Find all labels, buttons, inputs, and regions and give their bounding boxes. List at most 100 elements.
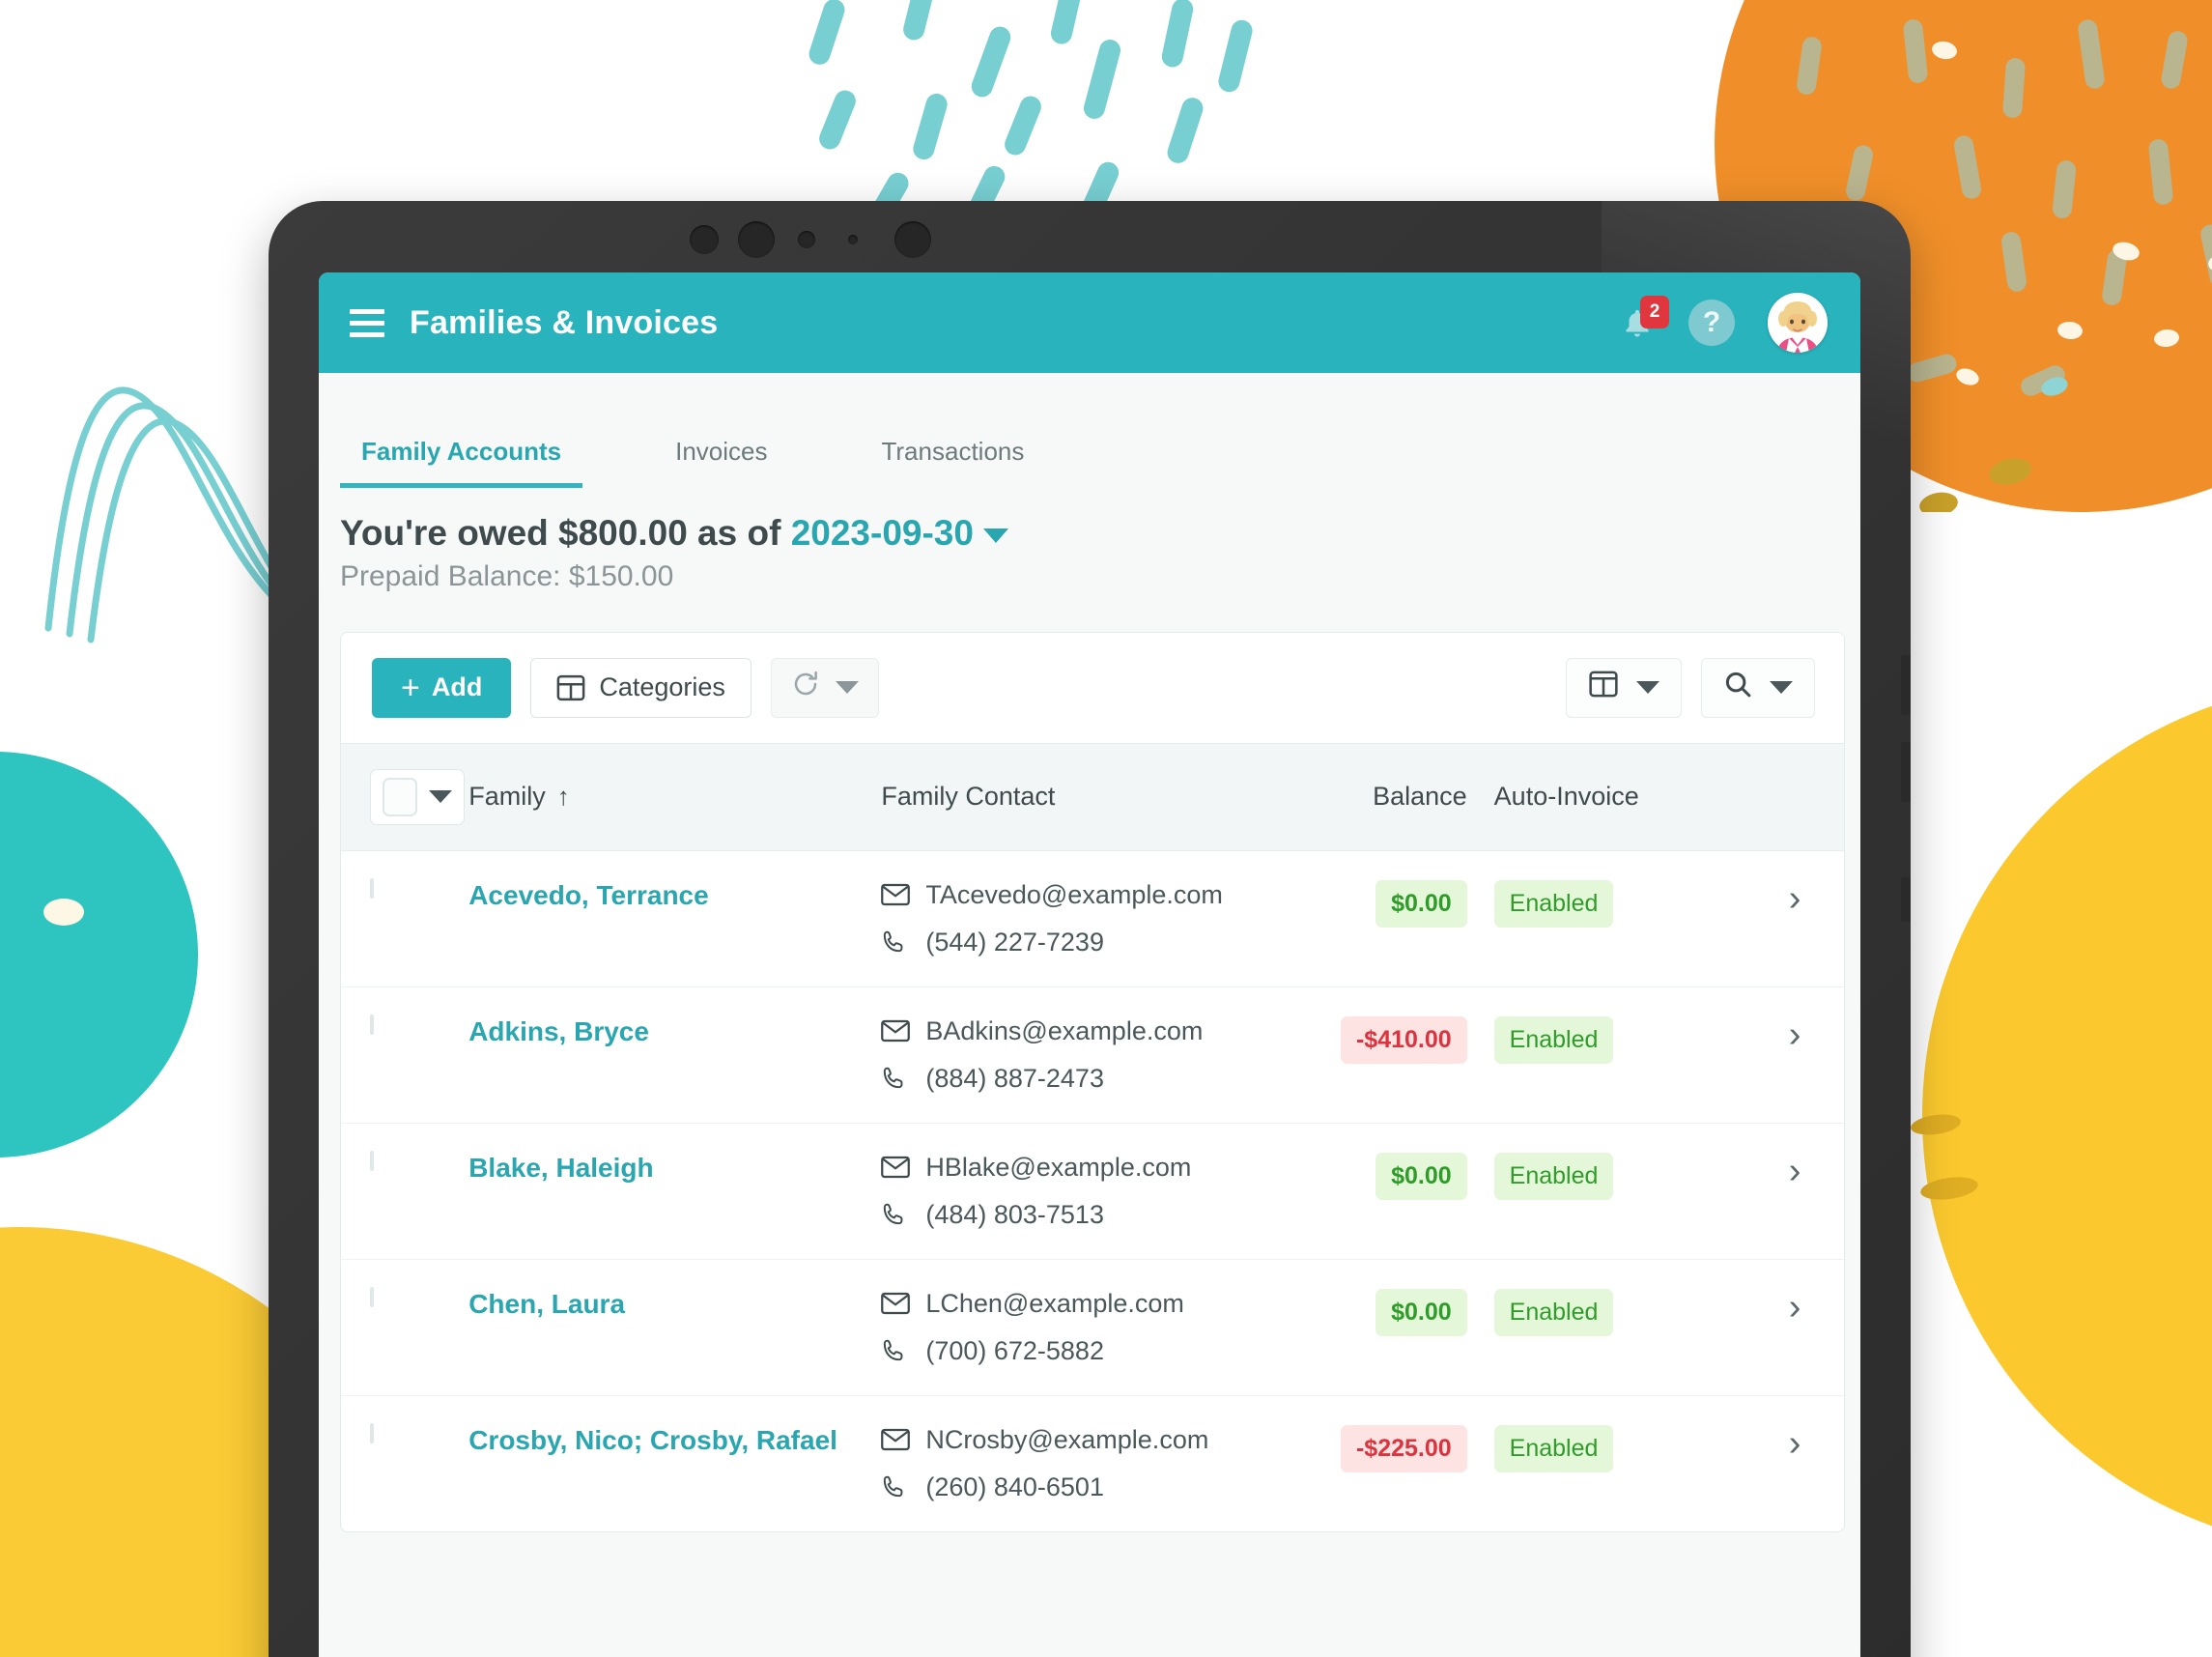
balance-badge: -$225.00 (1340, 1424, 1467, 1472)
family-link[interactable]: Crosby, Nico; Crosby, Rafael (468, 1425, 837, 1455)
row-checkbox[interactable] (370, 1150, 374, 1171)
row-contact-cell: LChen@example.com (700) 672-5882 (881, 1259, 1314, 1396)
row-checkbox[interactable] (370, 1014, 374, 1035)
row-balance-cell: $0.00 (1313, 1123, 1481, 1260)
camera-dot (690, 225, 719, 254)
refresh-icon (791, 670, 820, 705)
phone-line: (544) 227-7239 (881, 928, 1313, 957)
chevron-down-icon[interactable] (982, 528, 1008, 543)
row-select-cell (341, 1123, 469, 1260)
row-detail-cell: › (1745, 986, 1844, 1124)
table-row[interactable]: Chen, Laura LChen@example.com (700) 672-… (341, 1259, 1844, 1396)
row-auto-invoice-cell: Enabled (1480, 986, 1746, 1124)
app-header: Families & Invoices 2 ? (319, 272, 1860, 373)
chevron-right-icon[interactable]: › (1789, 1423, 1801, 1464)
family-link[interactable]: Chen, Laura (468, 1289, 625, 1319)
select-all-header (341, 742, 469, 851)
email-text: NCrosby@example.com (925, 1424, 1209, 1454)
chevron-right-icon[interactable]: › (1789, 1151, 1801, 1191)
family-link[interactable]: Adkins, Bryce (468, 1016, 649, 1046)
phone-icon (881, 1202, 914, 1227)
sensor-dot (848, 235, 858, 244)
sensor-dot (798, 231, 815, 248)
categories-button[interactable]: Categories (530, 657, 752, 718)
grid-icon (556, 674, 585, 701)
column-header-family-contact[interactable]: Family Contact (881, 742, 1314, 851)
chevron-right-icon[interactable]: › (1789, 1014, 1801, 1055)
add-button[interactable]: + Add (372, 657, 512, 718)
table-row[interactable]: Adkins, Bryce BAdkins@example.com (884) … (341, 986, 1844, 1124)
table-row[interactable]: Blake, Haleigh HBlake@example.com (484) … (341, 1123, 1844, 1260)
row-auto-invoice-cell: Enabled (1480, 850, 1746, 987)
chevron-right-icon[interactable]: › (1789, 1287, 1801, 1328)
tab-bar: Family Accounts Invoices Transactions (319, 373, 1860, 488)
phone-icon (881, 1474, 914, 1500)
family-link[interactable]: Blake, Haleigh (468, 1153, 653, 1183)
row-family-cell: Crosby, Nico; Crosby, Rafael (468, 1395, 882, 1531)
refresh-button[interactable] (770, 657, 879, 718)
families-table: Family ↑ Family Contact Balance Auto-Invo… (341, 742, 1844, 1531)
row-detail-cell: › (1745, 1395, 1844, 1531)
row-checkbox[interactable] (370, 877, 374, 899)
row-contact-cell: NCrosby@example.com (260) 840-6501 (881, 1395, 1314, 1531)
camera-dot (894, 221, 931, 258)
page-title: Families & Invoices (410, 303, 719, 341)
plus-icon: + (401, 669, 420, 706)
table-row[interactable]: Crosby, Nico; Crosby, Rafael NCrosby@exa… (341, 1395, 1844, 1531)
row-select-cell (341, 850, 469, 987)
toolbar-right-actions (1546, 657, 1815, 718)
column-header-family-label: Family (468, 782, 546, 812)
cream-ellipse-decoration (43, 899, 84, 926)
tab-family-accounts[interactable]: Family Accounts (340, 437, 583, 488)
column-header-auto-invoice[interactable]: Auto-Invoice (1480, 742, 1746, 851)
families-card: + Add Categories Family ↑ Family Contact… (340, 631, 1845, 1532)
row-balance-cell: $0.00 (1313, 850, 1481, 987)
columns-button[interactable] (1566, 657, 1682, 718)
family-link[interactable]: Acevedo, Terrance (468, 880, 709, 910)
table-row[interactable]: Acevedo, Terrance TAcevedo@example.com (… (341, 850, 1844, 987)
power-button (1901, 877, 1911, 922)
chevron-right-icon[interactable]: › (1789, 878, 1801, 919)
column-header-family[interactable]: Family ↑ (468, 742, 882, 851)
hamburger-menu-icon[interactable] (350, 308, 384, 337)
column-header-spacer (1745, 742, 1844, 851)
row-balance-cell: -$225.00 (1313, 1395, 1481, 1531)
auto-invoice-badge: Enabled (1493, 1015, 1614, 1064)
column-header-balance[interactable]: Balance (1313, 742, 1481, 851)
phone-text: (544) 227-7239 (925, 927, 1104, 957)
row-contact-cell: BAdkins@example.com (884) 887-2473 (881, 986, 1314, 1124)
row-select-cell (341, 986, 469, 1124)
row-checkbox[interactable] (370, 1422, 374, 1443)
row-detail-cell: › (1745, 850, 1844, 987)
balance-badge: -$410.00 (1340, 1015, 1467, 1064)
select-all-dropdown[interactable] (370, 768, 465, 825)
row-checkbox[interactable] (370, 1286, 374, 1307)
email-line: NCrosby@example.com (881, 1425, 1313, 1455)
select-all-checkbox[interactable] (383, 777, 417, 816)
phone-icon (881, 929, 914, 955)
row-family-cell: Adkins, Bryce (468, 986, 882, 1124)
row-auto-invoice-cell: Enabled (1480, 1259, 1746, 1396)
envelope-icon (881, 1428, 914, 1451)
notifications-button[interactable]: 2 (1619, 296, 1669, 344)
volume-button (1901, 742, 1911, 802)
columns-icon (1588, 671, 1619, 704)
row-contact-cell: TAcevedo@example.com (544) 227-7239 (881, 850, 1314, 987)
row-auto-invoice-cell: Enabled (1480, 1395, 1746, 1531)
tab-transactions[interactable]: Transactions (860, 437, 1045, 488)
row-detail-cell: › (1745, 1259, 1844, 1396)
owed-headline: You're owed $800.00 as of 2023-09-30 (340, 513, 1860, 555)
envelope-icon (881, 1019, 914, 1043)
search-button[interactable] (1701, 657, 1815, 718)
search-icon (1723, 670, 1752, 705)
tablet-screen: Families & Invoices 2 ? Family Accounts … (319, 272, 1860, 1657)
as-of-date[interactable]: 2023-09-30 (791, 513, 974, 553)
phone-text: (484) 803-7513 (925, 1199, 1104, 1229)
avatar[interactable] (1768, 293, 1828, 353)
tab-invoices[interactable]: Invoices (654, 437, 788, 488)
row-family-cell: Acevedo, Terrance (468, 850, 882, 987)
teal-circle-decoration (0, 752, 198, 1157)
yellow-circle-dashes (1911, 1114, 1978, 1200)
chevron-down-icon (1636, 681, 1659, 695)
help-icon[interactable]: ? (1688, 300, 1735, 346)
